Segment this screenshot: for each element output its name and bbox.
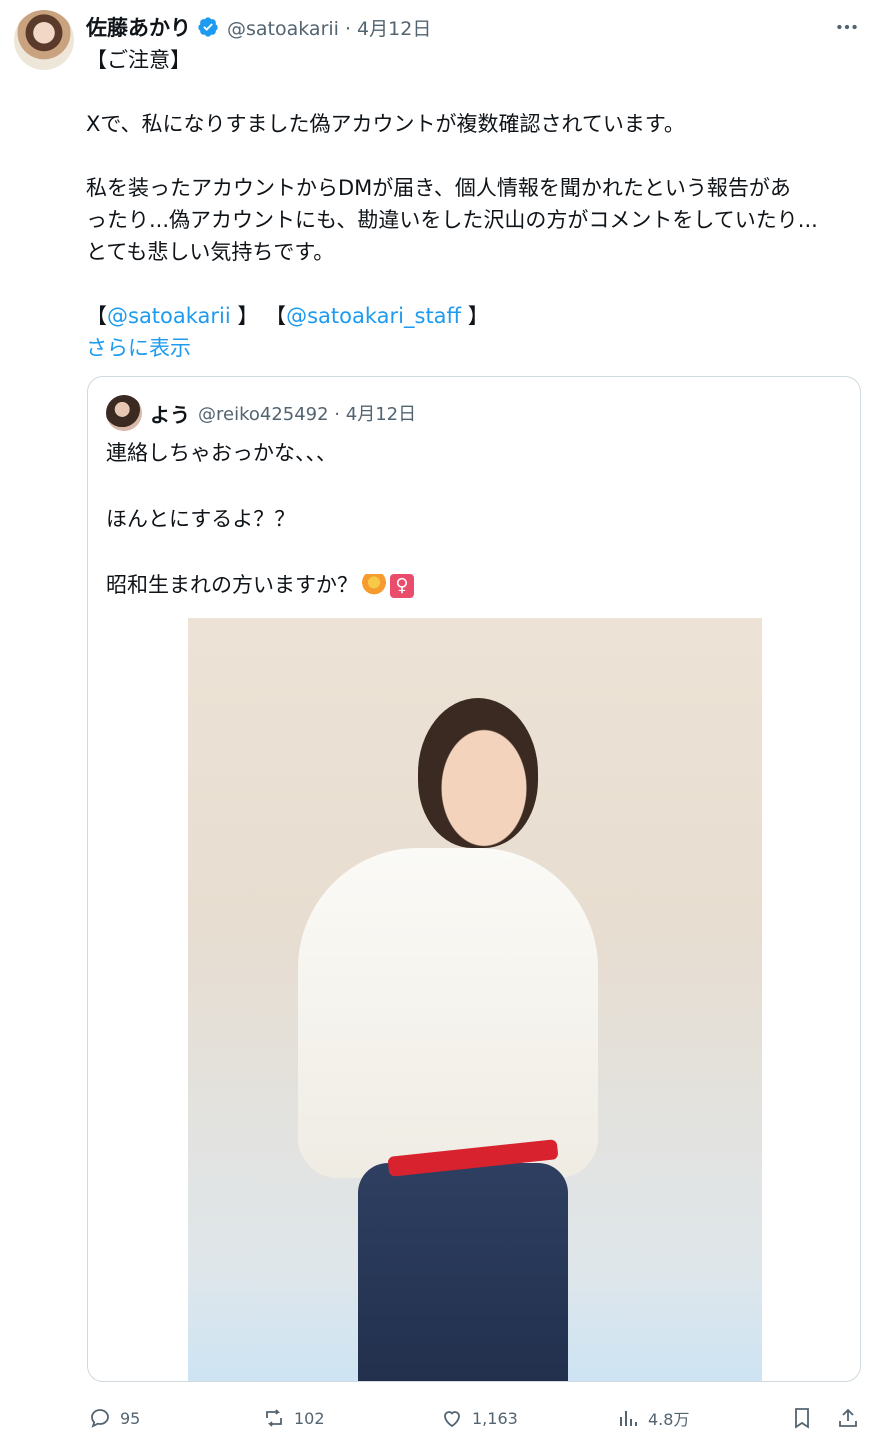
female-sign-emoji-icon: ♀ [390,574,414,598]
views-button[interactable]: 4.8万 [616,1400,689,1436]
author-handle-and-date[interactable]: @satoakarii · 4月12日 [227,14,431,41]
quoted-tweet[interactable]: よう @reiko425492 · 4月12日 連絡しちゃおっかな、、、 ほんと… [87,376,861,1382]
tweet-line: 【ご注意】 [86,48,191,72]
reply-button[interactable]: 95 [88,1400,140,1436]
author-name[interactable]: 佐藤あかり [86,12,191,42]
view-count: 4.8万 [648,1410,690,1429]
photo-head-shape [418,698,538,848]
tweet-line: ったり...偽アカウントにも、勘違いをした沢山の方がコメントをしていたり... [86,208,818,232]
like-button[interactable]: 1,163 [440,1400,518,1436]
tweet-header: 佐藤あかり @satoakarii · 4月12日 [86,12,431,42]
mentions-line: 【@satoakarii 】 【@satoakari_staff 】 [86,300,862,332]
mention-link-satoakarii[interactable]: @satoakarii [107,300,231,332]
show-more-link[interactable]: さらに表示 [86,332,862,364]
views-chart-icon [620,1411,637,1426]
person-raising-hand-emoji-icon [362,574,386,598]
tweet-text: 【ご注意】 Xで、私になりすました偽アカウントが複数確認されています。 私を装っ… [86,44,862,364]
reply-icon [91,1409,109,1428]
quoted-tweet-header: よう @reiko425492 · 4月12日 [150,397,416,429]
repost-button[interactable]: 102 [262,1400,325,1436]
repost-count: 102 [294,1408,325,1428]
quoted-author-name: よう [150,402,190,427]
action-bar: 95 102 1,163 4.8万 [0,1400,874,1436]
bracket: 【 [86,304,107,328]
share-button[interactable] [836,1400,868,1436]
heart-icon [444,1411,460,1428]
bracket: 】 [230,304,259,328]
bookmark-icon [795,1408,809,1429]
quoted-tweet-photo[interactable] [188,618,762,1381]
photo-shirt-shape [298,848,598,1178]
share-icon [839,1408,857,1427]
bookmark-button[interactable] [790,1400,822,1436]
reply-count: 95 [120,1408,141,1428]
bracket: 】 [461,304,489,328]
quoted-line-with-emoji: 昭和生まれの方いますか？ ♀ [106,569,846,601]
more-options-icon[interactable] [834,14,860,40]
tweet-line: 私を装ったアカウントからDMが届き、個人情報を聞かれたという報告があ [86,176,791,200]
like-count: 1,163 [472,1408,518,1428]
quoted-line: 連絡しちゃおっかな、、、 [106,441,337,465]
repost-icon [266,1409,282,1427]
quoted-author-avatar [106,395,142,431]
tweet-line: とても悲しい気持ちです。 [86,240,335,264]
quoted-line: 昭和生まれの方いますか？ [106,573,358,597]
quoted-line: ほんとにするよ？？ [106,507,296,531]
author-avatar[interactable] [14,10,74,70]
quoted-tweet-text: 連絡しちゃおっかな、、、 ほんとにするよ？？ 昭和生まれの方いますか？ ♀ [106,437,846,601]
mention-link-satoakari-staff[interactable]: @satoakari_staff [286,300,461,332]
tweet-line: Xで、私になりすました偽アカウントが複数確認されています。 [86,112,685,136]
photo-jeans-shape [358,1163,568,1381]
quoted-author-handle-and-date: @reiko425492 · 4月12日 [198,404,417,425]
bracket: 【 [258,304,287,328]
verified-badge-icon [198,17,218,37]
